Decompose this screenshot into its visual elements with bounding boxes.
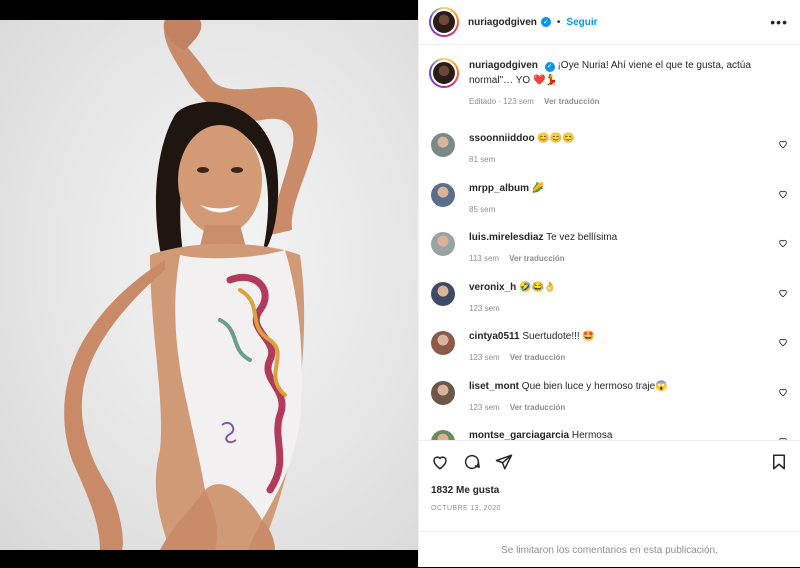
comment-text: Suertudote!!! 🤩 bbox=[522, 331, 595, 342]
caption-avatar[interactable] bbox=[429, 58, 459, 88]
post-date: OCTUBRE 13, 2020 bbox=[431, 505, 501, 512]
like-heart-icon[interactable] bbox=[431, 453, 449, 471]
comment-like-icon[interactable] bbox=[778, 139, 788, 149]
post-media bbox=[0, 0, 418, 567]
follow-button[interactable]: Seguir bbox=[566, 17, 597, 28]
caption-username[interactable]: nuriagodgiven bbox=[469, 60, 538, 71]
comment-like-icon[interactable] bbox=[778, 238, 788, 248]
comment-row: cintya0511 Suertudote!!! 🤩 123 sem Ver t… bbox=[429, 322, 788, 372]
comment-time: 123 sem bbox=[469, 402, 500, 412]
more-options-icon[interactable]: ••• bbox=[770, 14, 788, 30]
comment-time: 113 sem bbox=[469, 254, 500, 263]
comment-avatar[interactable] bbox=[431, 331, 455, 355]
comment-avatar[interactable] bbox=[431, 430, 455, 440]
comment-row: ssoonniiddoo 😊😊😊 81 sem bbox=[429, 124, 788, 174]
swimmer-illustration bbox=[64, 20, 318, 550]
comment-time: 85 sem bbox=[469, 204, 496, 214]
translate-link[interactable]: Ver traducción bbox=[510, 400, 566, 415]
comment-text: Te vez bellísima bbox=[546, 232, 618, 243]
verified-icon: ✓ bbox=[540, 17, 551, 27]
comment-like-icon[interactable] bbox=[778, 387, 788, 397]
save-bookmark-icon[interactable] bbox=[770, 453, 788, 471]
comment-text: Que bien luce y hermoso traje😱 bbox=[521, 380, 668, 392]
comment-text: Hermosa bbox=[571, 430, 613, 440]
comment-row: liset_mont Que bien luce y hermoso traje… bbox=[429, 372, 788, 422]
caption-edited: Editado · 123 sem bbox=[469, 97, 534, 106]
comment-username[interactable]: ssoonniiddoo bbox=[469, 133, 535, 144]
comment-like-icon[interactable] bbox=[778, 288, 788, 298]
comment-username[interactable]: luis.mirelesdiaz bbox=[469, 232, 543, 243]
comment-username[interactable]: veronix_h bbox=[469, 282, 516, 293]
comment-avatar[interactable] bbox=[431, 281, 455, 306]
comment-username[interactable]: cintya0511 bbox=[469, 331, 520, 342]
comment-time: 81 sem bbox=[469, 155, 496, 164]
instagram-post: nuriagodgiven ✓ • Seguir ••• nuriagodgiv… bbox=[0, 0, 800, 567]
comment-avatar[interactable] bbox=[431, 232, 455, 256]
comment-avatar[interactable] bbox=[431, 182, 455, 207]
comment-row: mrpp_album 🌽 85 sem bbox=[429, 174, 788, 224]
comment-text: 🤣😂👌 bbox=[519, 281, 557, 293]
translate-link[interactable]: Ver traducción bbox=[509, 251, 565, 266]
header-username[interactable]: nuriagodgiven bbox=[468, 17, 537, 28]
comments-list[interactable]: nuriagodgiven ✓ ¡Oye Nuria! Ahí viene el… bbox=[419, 46, 800, 440]
comment-time: 123 sem bbox=[469, 353, 500, 362]
translate-link[interactable]: Ver traducción bbox=[544, 94, 600, 109]
comment-username[interactable]: montse_garciagarcia bbox=[469, 430, 569, 440]
translate-link[interactable]: Ver traducción bbox=[510, 350, 566, 365]
comment-username[interactable]: mrpp_album bbox=[469, 183, 529, 194]
comment-text: 😊😊😊 bbox=[537, 133, 575, 144]
comment-like-icon[interactable] bbox=[778, 337, 788, 347]
comment-avatar[interactable] bbox=[431, 380, 455, 405]
verified-icon: ✓ bbox=[544, 61, 555, 72]
comment-avatar[interactable] bbox=[431, 133, 455, 157]
share-icon[interactable] bbox=[495, 453, 513, 471]
comment-row: veronix_h 🤣😂👌 123 sem bbox=[429, 273, 788, 323]
comment-time: 123 sem bbox=[469, 303, 500, 313]
likes-count[interactable]: 1832 Me gusta bbox=[431, 485, 788, 496]
separator-dot: • bbox=[556, 16, 561, 28]
comment-row: luis.mirelesdiaz Te vez bellísima 113 se… bbox=[429, 223, 788, 273]
post-actions: 1832 Me gusta OCTUBRE 13, 2020 Se limita… bbox=[419, 440, 800, 567]
avatar[interactable] bbox=[429, 7, 459, 37]
comment-username[interactable]: liset_mont bbox=[469, 381, 519, 392]
post-panel: nuriagodgiven ✓ • Seguir ••• nuriagodgiv… bbox=[418, 0, 800, 567]
post-caption: nuriagodgiven ✓ ¡Oye Nuria! Ahí viene el… bbox=[429, 46, 788, 109]
post-header: nuriagodgiven ✓ • Seguir ••• bbox=[419, 0, 800, 45]
comment-text: 🌽 bbox=[531, 182, 545, 194]
post-photo[interactable] bbox=[0, 20, 418, 550]
comment-row: montse_garciagarcia Hermosa bbox=[429, 421, 788, 440]
comment-icon[interactable] bbox=[463, 453, 481, 471]
comments-limited-notice: Se limitaron los comentarios en esta pub… bbox=[419, 531, 800, 568]
comment-like-icon[interactable] bbox=[778, 189, 788, 199]
